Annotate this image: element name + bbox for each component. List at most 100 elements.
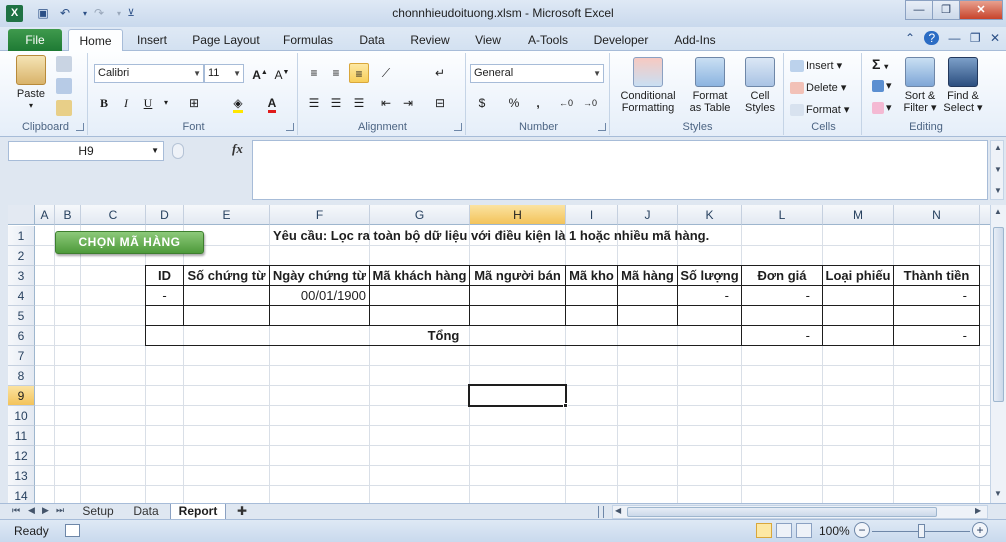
restore-button[interactable]: ❐ (932, 0, 960, 20)
column-header-a[interactable]: A (35, 205, 55, 225)
row-header-5[interactable]: 5 (8, 306, 35, 326)
column-header-f[interactable]: F (270, 205, 370, 225)
sheet-tab-report[interactable]: Report (170, 504, 226, 520)
header-id[interactable]: ID (146, 266, 184, 286)
prev-sheet-icon[interactable]: ◀ (28, 505, 35, 516)
worksheet-grid[interactable]: A B C D E F G H I J K L M N 1 2 3 4 5 6 … (8, 205, 990, 503)
grow-font-button[interactable]: A▲ (250, 63, 270, 83)
header-don-gia[interactable]: Đơn giá (742, 266, 823, 286)
cell-i5[interactable] (566, 306, 618, 326)
delete-cells-button[interactable]: Delete ▾ (790, 79, 846, 97)
font-size-combo[interactable]: 11 ▼ (204, 64, 244, 83)
vertical-scrollbar[interactable]: ▲ ▼ (990, 205, 1006, 503)
column-header-e[interactable]: E (184, 205, 270, 225)
column-header-i[interactable]: I (566, 205, 618, 225)
align-left-button[interactable]: ☰ (304, 93, 324, 113)
header-so-chung-tu[interactable]: Số chứng từ (184, 266, 270, 286)
cell-d5[interactable] (146, 306, 184, 326)
scroll-down-icon[interactable]: ▼ (994, 489, 1002, 498)
wrap-text-button[interactable]: ↵ (430, 63, 450, 83)
shrink-font-button[interactable]: A▼ (272, 63, 292, 83)
formula-bar-splitter[interactable] (172, 143, 184, 159)
row-header-1[interactable]: 1 (8, 226, 35, 246)
align-center-button[interactable]: ☰ (326, 93, 346, 113)
cell-n4[interactable]: - (894, 286, 980, 306)
zoom-in-icon[interactable]: + (972, 522, 988, 538)
page-break-view-button[interactable] (796, 523, 812, 538)
cell-f5[interactable] (270, 306, 370, 326)
tab-home[interactable]: Home (68, 29, 123, 52)
row-header-14[interactable]: 14 (8, 486, 35, 503)
zoom-level[interactable]: 100% (819, 524, 850, 538)
bold-button[interactable]: B (94, 93, 114, 113)
decrease-decimal-button[interactable]: →0 (580, 93, 600, 113)
select-all-button[interactable] (8, 205, 35, 225)
clipboard-launcher-icon[interactable] (76, 123, 84, 131)
cell-f4[interactable]: 00/01/1900 (270, 286, 370, 306)
header-ma-nguoi-ban[interactable]: Mã người bán (470, 266, 566, 286)
first-sheet-icon[interactable]: ⏮ (12, 505, 20, 516)
column-header-l[interactable]: L (742, 205, 823, 225)
comma-button[interactable]: , (528, 93, 548, 113)
tab-insert[interactable]: Insert (128, 29, 176, 51)
cell-n5[interactable] (894, 306, 980, 326)
header-so-luong[interactable]: Số lượng (678, 266, 742, 286)
minimize-button[interactable]: — (905, 0, 933, 20)
header-thanh-tien[interactable]: Thành tiền (894, 266, 980, 286)
underline-dropdown-icon[interactable]: ▾ (156, 93, 176, 113)
cell-j4[interactable] (618, 286, 678, 306)
tab-formulas[interactable]: Formulas (276, 29, 340, 51)
formula-bar-scroll[interactable]: ▲ ▼ ▼ (990, 140, 1004, 200)
cell-l4[interactable]: - (742, 286, 823, 306)
header-ma-khach-hang[interactable]: Mã khách hàng (370, 266, 470, 286)
sheet-tab-data[interactable]: Data (124, 504, 168, 520)
font-name-combo[interactable]: Calibri ▼ (94, 64, 204, 83)
font-launcher-icon[interactable] (286, 123, 294, 131)
workbook-restore-icon[interactable]: ❐ (970, 31, 981, 45)
percent-button[interactable]: % (504, 93, 524, 113)
cell-d4[interactable]: - (146, 286, 184, 306)
sort-filter-button[interactable]: Sort & Filter ▾ (900, 57, 940, 114)
find-select-button[interactable]: Find & Select ▾ (942, 57, 984, 114)
zoom-slider-knob[interactable] (918, 524, 925, 538)
formula-input[interactable] (252, 140, 988, 200)
cell-m4[interactable] (823, 286, 894, 306)
row-header-3[interactable]: 3 (8, 266, 35, 286)
workbook-minimize-icon[interactable]: — (948, 31, 960, 45)
column-header-k[interactable]: K (678, 205, 742, 225)
cell-i4[interactable] (566, 286, 618, 306)
row-header-4[interactable]: 4 (8, 286, 35, 306)
total-thanh-tien-cell[interactable]: - (894, 326, 980, 346)
scroll-up-icon[interactable]: ▲ (994, 207, 1002, 216)
column-header-h[interactable]: H (470, 205, 566, 225)
next-sheet-icon[interactable]: ▶ (42, 505, 49, 516)
row-header-6[interactable]: 6 (8, 326, 35, 346)
vertical-scroll-thumb[interactable] (993, 227, 1004, 402)
total-loai-phieu-cell[interactable] (823, 326, 894, 346)
column-header-n[interactable]: N (894, 205, 980, 225)
total-label-cell[interactable]: Tổng (146, 326, 742, 346)
column-header-d[interactable]: D (146, 205, 184, 225)
format-as-table-button[interactable]: Format as Table (684, 57, 736, 114)
macro-record-icon[interactable] (65, 524, 80, 537)
fill-button[interactable]: ▾ (872, 77, 892, 95)
column-header-overflow[interactable] (980, 205, 990, 225)
normal-view-button[interactable] (756, 523, 772, 538)
tab-view[interactable]: View (466, 29, 510, 51)
row-header-10[interactable]: 10 (8, 406, 35, 426)
sheet-tab-setup[interactable]: Setup (74, 504, 122, 520)
column-header-m[interactable]: M (823, 205, 894, 225)
cell-k5[interactable] (678, 306, 742, 326)
clear-button[interactable]: ▾ (872, 99, 892, 117)
autosum-button[interactable]: Σ ▾ (872, 55, 888, 73)
tab-split-handle[interactable] (598, 506, 604, 518)
currency-button[interactable]: $ (472, 93, 492, 113)
header-ma-kho[interactable]: Mã kho (566, 266, 618, 286)
name-box[interactable]: H9 ▼ (8, 141, 164, 161)
row-header-9[interactable]: 9 (8, 386, 35, 406)
fill-handle[interactable] (563, 403, 568, 408)
workbook-close-icon[interactable]: ✕ (990, 31, 1000, 45)
tab-review[interactable]: Review (404, 29, 456, 51)
row-header-13[interactable]: 13 (8, 466, 35, 486)
scroll-left-icon[interactable]: ◀ (615, 506, 621, 515)
